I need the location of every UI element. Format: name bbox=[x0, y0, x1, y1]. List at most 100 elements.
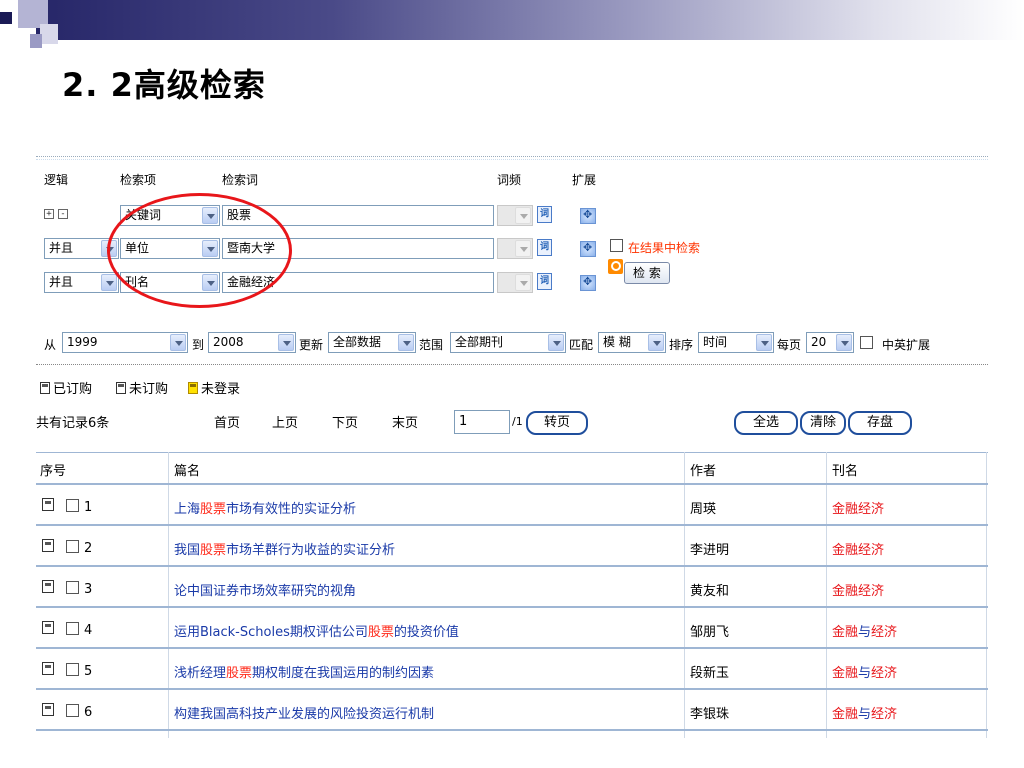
dictionary-icon[interactable]: 词 bbox=[537, 206, 552, 223]
add-row-icon[interactable]: + bbox=[44, 209, 54, 219]
chevron-down-icon bbox=[515, 207, 531, 224]
header-decoration bbox=[40, 24, 58, 44]
match-select[interactable]: 模 糊 bbox=[598, 332, 666, 353]
title-text: 上海 bbox=[174, 502, 201, 517]
journal-text: 金融 bbox=[832, 707, 859, 722]
author-name[interactable]: 段新玉 bbox=[690, 662, 729, 681]
journal-name[interactable]: 金融经济 bbox=[832, 498, 884, 517]
header-decoration bbox=[30, 34, 42, 48]
sort-label: 排序 bbox=[669, 338, 694, 352]
term-input-2[interactable]: 暨南大学 bbox=[222, 238, 494, 259]
goto-page-button[interactable]: 转页 bbox=[526, 411, 588, 435]
title-text: 论中国证券市场效率研究的视角 bbox=[174, 584, 357, 599]
row-checkbox[interactable] bbox=[66, 663, 79, 676]
chevron-down-icon bbox=[648, 334, 664, 351]
article-title-link[interactable]: 构建我国高科技产业发展的风险投资运行机制 bbox=[174, 703, 434, 722]
chevron-down-icon bbox=[170, 334, 186, 351]
row-checkbox[interactable] bbox=[66, 540, 79, 553]
dictionary-icon[interactable]: 词 bbox=[537, 239, 552, 256]
page-number-input[interactable]: 1 bbox=[454, 410, 510, 434]
range-select[interactable]: 全部期刊 bbox=[450, 332, 566, 353]
expand-icon[interactable] bbox=[580, 275, 596, 291]
column-divider bbox=[168, 452, 169, 738]
journal-text: 金融经济 bbox=[832, 502, 885, 517]
update-label: 更新 bbox=[299, 338, 324, 352]
field-select-1[interactable]: 关键词 bbox=[120, 205, 220, 226]
row-divider bbox=[36, 483, 988, 485]
expand-icon[interactable] bbox=[580, 208, 596, 224]
journal-name[interactable]: 金融与经济 bbox=[832, 662, 897, 681]
term-input-3[interactable]: 金融经济 bbox=[222, 272, 494, 293]
author-name[interactable]: 李银珠 bbox=[690, 703, 729, 722]
row-divider bbox=[36, 688, 988, 690]
search-in-results-checkbox[interactable] bbox=[610, 239, 623, 252]
chevron-down-icon bbox=[515, 240, 531, 257]
term-header: 检索词 bbox=[222, 173, 259, 187]
row-number: 6 bbox=[84, 705, 93, 720]
row-checkbox[interactable] bbox=[66, 704, 79, 717]
last-page-link[interactable]: 末页 bbox=[392, 412, 418, 431]
article-title-link[interactable]: 上海股票市场有效性的实证分析 bbox=[174, 498, 356, 517]
author-name[interactable]: 周瑛 bbox=[690, 498, 716, 517]
sort-select[interactable]: 时间 bbox=[698, 332, 774, 353]
journal-name[interactable]: 金融经济 bbox=[832, 580, 884, 599]
journal-text: 与 bbox=[858, 707, 872, 722]
panel-border bbox=[36, 156, 988, 160]
dictionary-icon[interactable]: 词 bbox=[537, 273, 552, 290]
page-total: /1 bbox=[512, 415, 523, 428]
document-icon bbox=[42, 539, 54, 552]
row-number: 3 bbox=[84, 582, 93, 597]
next-page-link[interactable]: 下页 bbox=[332, 412, 358, 431]
row-divider bbox=[36, 729, 988, 731]
journal-name[interactable]: 金融经济 bbox=[832, 539, 884, 558]
journal-name[interactable]: 金融与经济 bbox=[832, 703, 897, 722]
prev-page-link[interactable]: 上页 bbox=[272, 412, 298, 431]
first-page-link[interactable]: 首页 bbox=[214, 412, 240, 431]
column-divider bbox=[684, 452, 685, 738]
select-all-button[interactable]: 全选 bbox=[734, 411, 798, 435]
search-button[interactable]: 检 索 bbox=[624, 262, 670, 284]
perpage-select[interactable]: 20 bbox=[806, 332, 854, 353]
remove-row-icon[interactable]: - bbox=[58, 209, 68, 219]
range-label: 范围 bbox=[419, 338, 444, 352]
search-in-results-label: 在结果中检索 bbox=[628, 241, 701, 255]
from-year-select[interactable]: 1999 bbox=[62, 332, 188, 353]
record-count: 共有记录6条 bbox=[36, 416, 110, 431]
logic-header: 逻辑 bbox=[44, 173, 69, 187]
journal-name[interactable]: 金融与经济 bbox=[832, 621, 897, 640]
row-checkbox[interactable] bbox=[66, 622, 79, 635]
column-divider bbox=[986, 452, 987, 738]
journal-text: 金融 bbox=[832, 666, 859, 681]
freq-header: 词频 bbox=[497, 173, 522, 187]
cn-en-expand-checkbox[interactable] bbox=[860, 336, 873, 349]
logic-select-3[interactable]: 并且 bbox=[44, 272, 119, 293]
author-name[interactable]: 黄友和 bbox=[690, 580, 729, 599]
author-name[interactable]: 李进明 bbox=[690, 539, 729, 558]
title-text: 的投资价值 bbox=[393, 625, 459, 640]
row-number: 5 bbox=[84, 664, 93, 679]
chevron-down-icon bbox=[836, 334, 852, 351]
logic-select-2[interactable]: 并且 bbox=[44, 238, 119, 259]
row-checkbox[interactable] bbox=[66, 581, 79, 594]
keyword-highlight: 股票 bbox=[200, 543, 227, 558]
author-name[interactable]: 邹朋飞 bbox=[690, 621, 729, 640]
article-title-link[interactable]: 运用Black-Scholes期权评估公司股票的投资价值 bbox=[174, 621, 459, 640]
journal-text: 经济 bbox=[871, 666, 898, 681]
clear-button[interactable]: 清除 bbox=[800, 411, 846, 435]
term-input-1[interactable]: 股票 bbox=[222, 205, 494, 226]
keyword-highlight: 股票 bbox=[367, 625, 394, 640]
article-title-link[interactable]: 浅析经理股票期权制度在我国运用的制约因素 bbox=[174, 662, 434, 681]
document-icon bbox=[42, 703, 54, 716]
article-title-link[interactable]: 论中国证券市场效率研究的视角 bbox=[174, 580, 356, 599]
document-icon bbox=[42, 621, 54, 634]
expand-icon[interactable] bbox=[580, 241, 596, 257]
journal-text: 金融 bbox=[832, 625, 859, 640]
field-select-2[interactable]: 单位 bbox=[120, 238, 220, 259]
update-select[interactable]: 全部数据 bbox=[328, 332, 416, 353]
column-divider bbox=[826, 452, 827, 738]
to-year-select[interactable]: 2008 bbox=[208, 332, 296, 353]
field-select-3[interactable]: 刊名 bbox=[120, 272, 220, 293]
save-button[interactable]: 存盘 bbox=[848, 411, 912, 435]
article-title-link[interactable]: 我国股票市场羊群行为收益的实证分析 bbox=[174, 539, 395, 558]
row-checkbox[interactable] bbox=[66, 499, 79, 512]
